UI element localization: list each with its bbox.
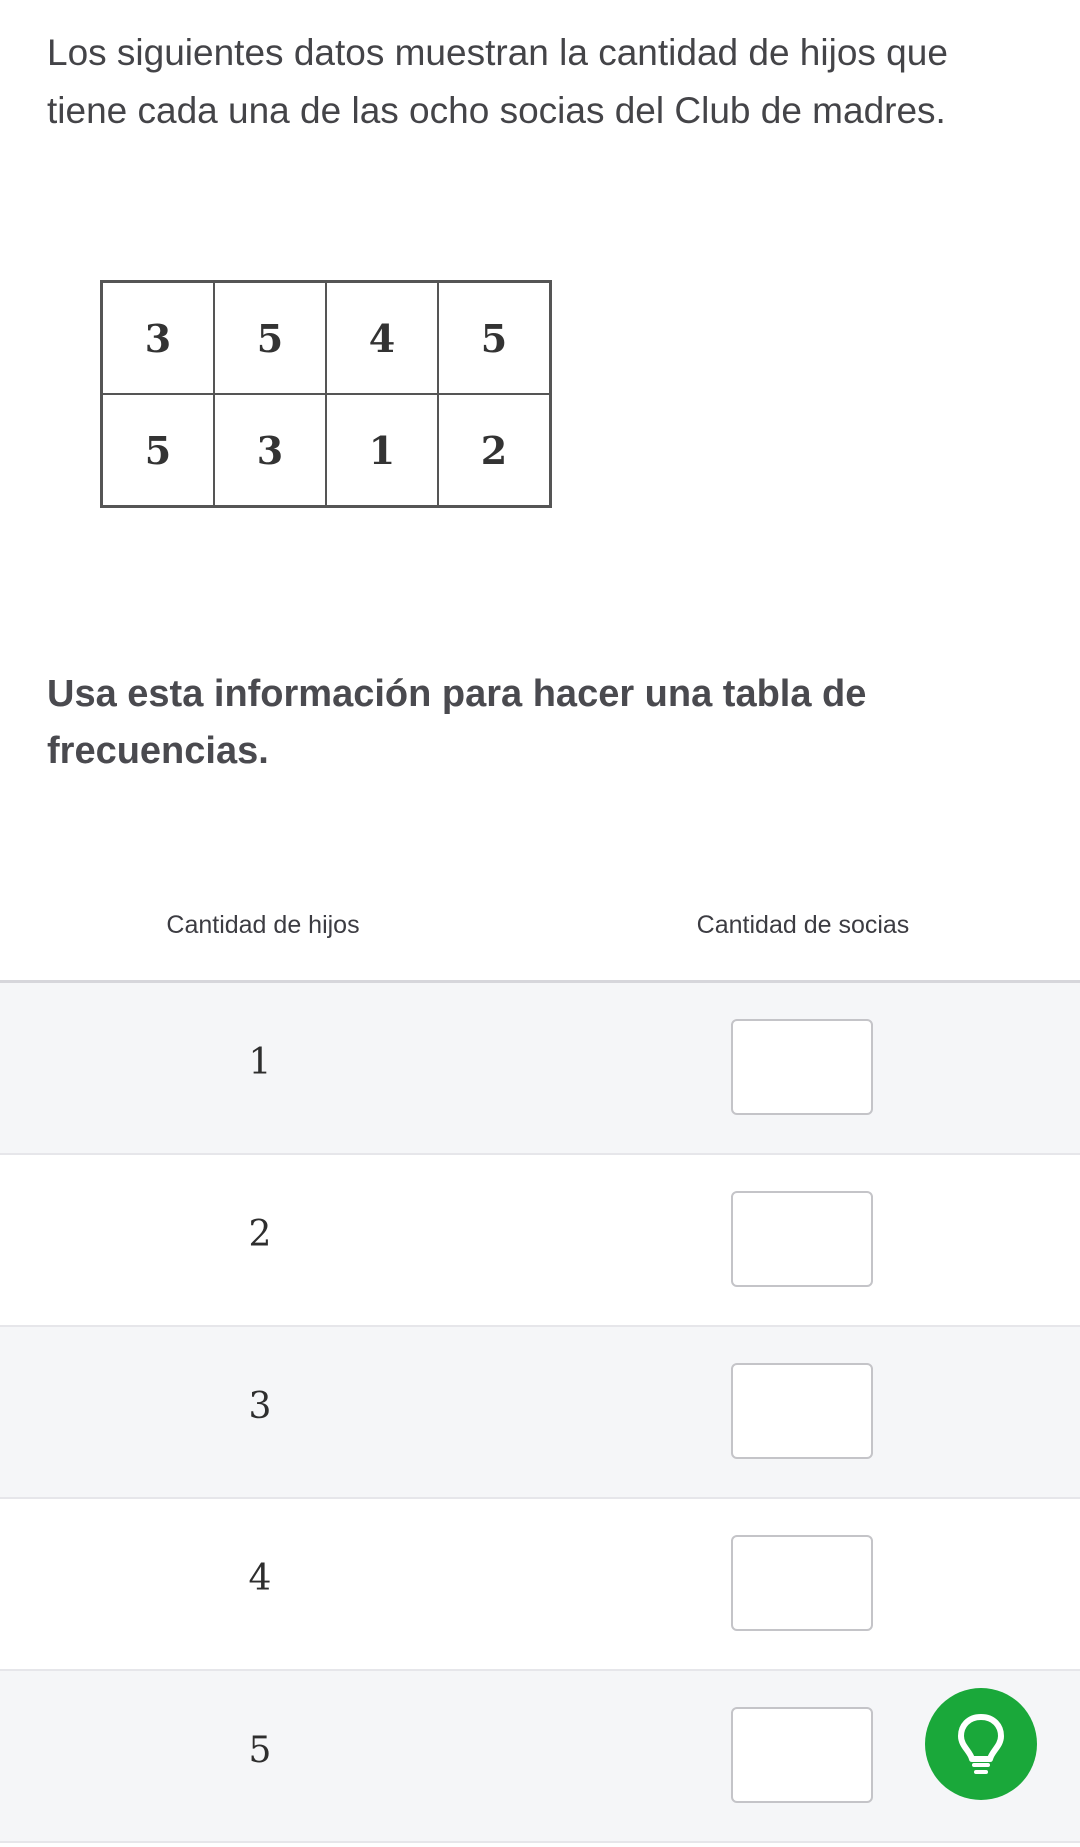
- data-table-row: 5 3 1 2: [100, 393, 552, 508]
- children-count-value: 2: [248, 1214, 272, 1255]
- question-instruction: Usa esta información para hacer una tabl…: [47, 673, 867, 772]
- frequency-table-body: 1 2 3 4 5: [0, 983, 1080, 1843]
- frequency-table-row: 5: [0, 1671, 1080, 1843]
- data-cell: 2: [437, 393, 552, 508]
- members-answer-input[interactable]: [731, 1363, 873, 1459]
- hint-button[interactable]: [925, 1688, 1037, 1800]
- frequency-table-row: 3: [0, 1327, 1080, 1499]
- children-count-value: 5: [248, 1730, 272, 1771]
- frequency-table-row: 4: [0, 1499, 1080, 1671]
- members-answer-input[interactable]: [731, 1019, 873, 1115]
- data-cell: 5: [100, 393, 215, 508]
- column-header-members: Cantidad de socias: [696, 911, 910, 939]
- data-table: 3 5 4 5 5 3 1 2: [100, 280, 552, 508]
- frequency-table-row: 2: [0, 1155, 1080, 1327]
- frequency-table-row: 1: [0, 983, 1080, 1155]
- data-cell: 5: [437, 280, 552, 395]
- frequency-table-header: Cantidad de hijos Cantidad de socias: [0, 900, 1080, 983]
- data-table-row: 3 5 4 5: [100, 280, 552, 395]
- column-header-children: Cantidad de hijos: [166, 911, 360, 939]
- members-answer-input[interactable]: [731, 1535, 873, 1631]
- members-answer-input[interactable]: [731, 1191, 873, 1287]
- data-cell: 3: [213, 393, 327, 508]
- question-intro: Los siguientes datos muestran la cantida…: [47, 32, 948, 131]
- data-cell: 3: [100, 280, 215, 395]
- lightbulb-icon: [958, 1714, 1004, 1774]
- children-count-value: 1: [248, 1042, 272, 1083]
- data-cell: 4: [325, 280, 439, 395]
- children-count-value: 4: [248, 1558, 272, 1599]
- members-answer-input[interactable]: [731, 1707, 873, 1803]
- children-count-value: 3: [248, 1386, 272, 1427]
- data-cell: 1: [325, 393, 439, 508]
- data-cell: 5: [213, 280, 327, 395]
